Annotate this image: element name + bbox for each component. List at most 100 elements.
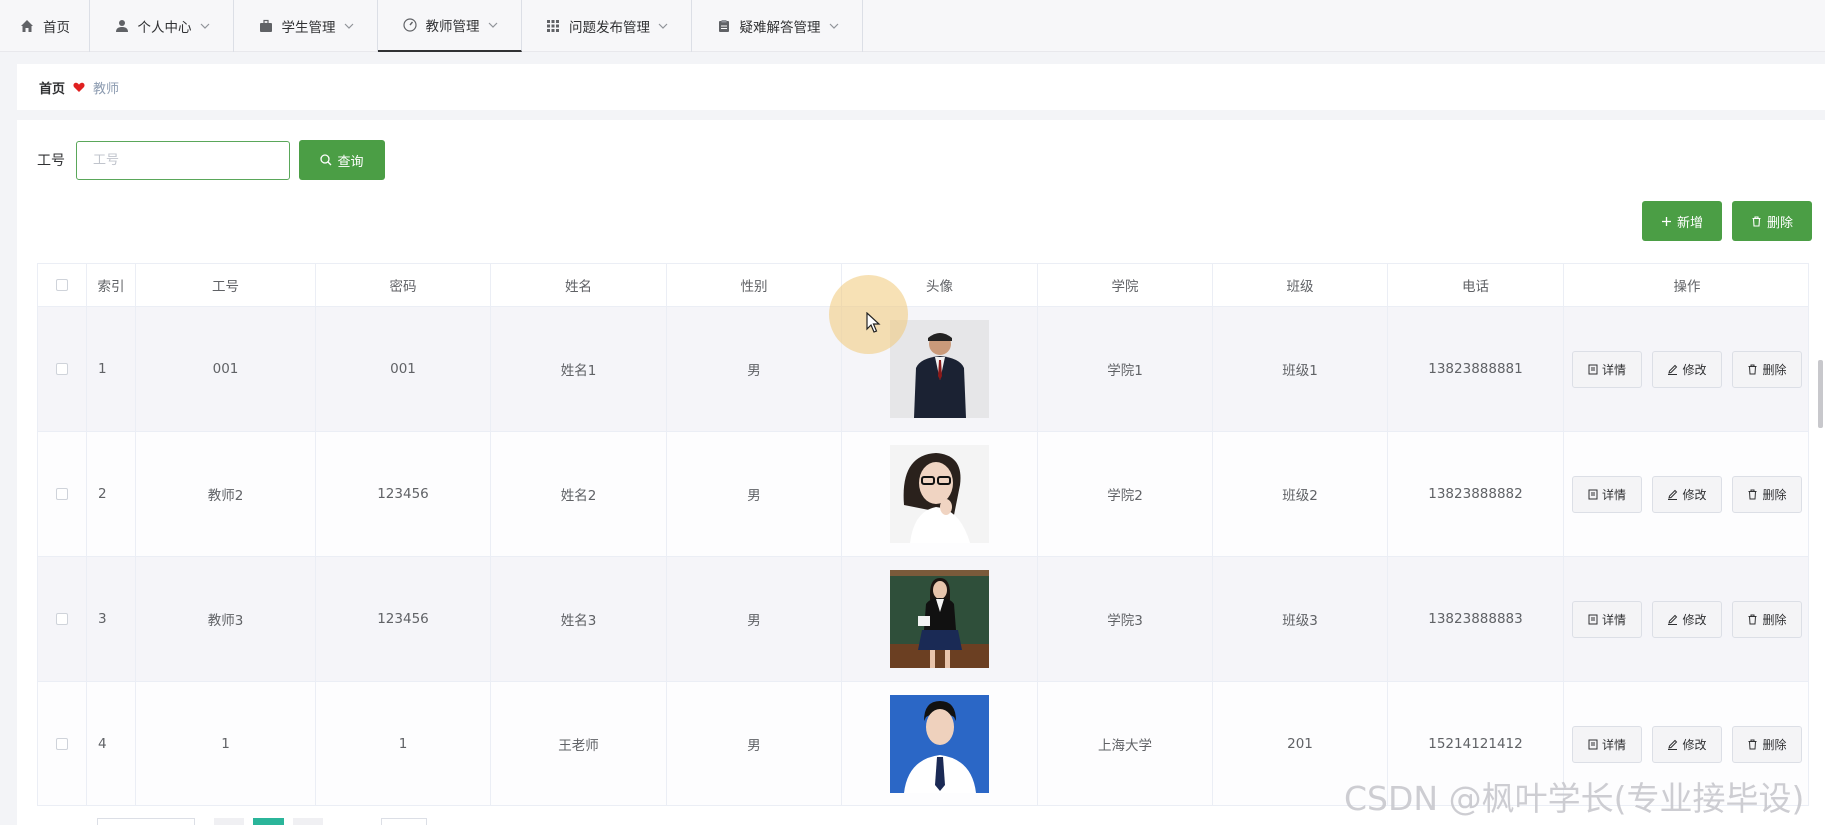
edit-button-label: 修改 [1682,612,1707,627]
breadcrumb-home[interactable]: 首页 [39,78,65,97]
cell-name: 姓名2 [491,432,667,556]
batch-delete-button-label: 删除 [1766,215,1793,231]
detail-button[interactable]: 详情 [1572,600,1642,638]
row-select[interactable] [38,432,87,556]
edit-button[interactable]: 修改 [1652,600,1722,638]
cell-password: 123456 [316,432,491,556]
batch-delete-button[interactable]: 删除 [1732,201,1812,241]
table-row: 3 教师3 123456 姓名3 男 学院3 班级3 13823888883 详… [38,557,1808,682]
home-icon [19,18,35,34]
table-row: 2 教师2 123456 姓名2 男 学院2 班级2 13823888882 详… [38,432,1808,557]
pager-jump-input[interactable] [381,818,427,825]
breadcrumb-current: 教师 [93,81,120,97]
delete-button-label: 删除 [1762,362,1787,377]
nav-item-question-publish[interactable]: 问题发布管理 [522,0,692,52]
edit-button[interactable]: 修改 [1652,475,1722,513]
document-icon [1588,489,1598,499]
avatar [890,570,989,668]
chevron-down-icon [658,21,668,31]
breadcrumb: 首页 教师 [17,64,1825,110]
row-checkbox[interactable] [56,613,68,625]
document-icon [1588,739,1598,749]
header-actions: 操作 [1673,279,1701,295]
page-size-select[interactable] [97,818,195,825]
cell-gender: 男 [667,432,842,556]
cell-password: 001 [316,307,491,431]
nav-item-qa-management[interactable]: 疑难解答管理 [692,0,863,52]
nav-label: 疑难解答管理 [739,20,821,36]
delete-button-label: 删除 [1762,487,1787,502]
edit-icon [1668,489,1678,500]
pager-current-page[interactable] [253,818,284,825]
heart-icon [73,82,85,93]
detail-button-label: 详情 [1601,612,1626,627]
add-button[interactable]: 新增 [1642,201,1722,241]
header-phone: 电话 [1388,264,1564,306]
chevron-down-icon [488,20,498,30]
detail-button[interactable]: 详情 [1572,475,1642,513]
row-select[interactable] [38,307,87,431]
nav-item-teacher-management[interactable]: 教师管理 [378,0,522,52]
cell-avatar [842,682,1038,805]
delete-button[interactable]: 删除 [1732,475,1802,513]
chevron-down-icon [344,21,354,31]
cell-index: 2 [87,432,136,556]
cell-actions: 详情 修改 删除 [1564,557,1808,681]
scrollbar-thumb[interactable] [1818,360,1823,428]
table-row: 1 001 001 姓名1 男 学院1 班级1 13823888881 详情 修… [38,307,1808,432]
header-select-all[interactable] [38,264,87,306]
delete-button[interactable]: 删除 [1732,600,1802,638]
pager-next[interactable] [293,818,323,825]
header-college: 学院 [1038,264,1213,306]
detail-button[interactable]: 详情 [1572,350,1642,388]
header-job-no: 工号 [136,264,316,306]
grid-icon [545,18,561,34]
teacher-table: 索引 工号 密码 姓名 性别 头像 学院 班级 电话 操作 1 001 001 … [37,263,1809,806]
cell-job-no: 教师3 [136,557,316,681]
nav-item-student-management[interactable]: 学生管理 [234,0,378,52]
trash-icon [1748,739,1757,749]
delete-button[interactable]: 删除 [1732,350,1802,388]
nav-item-home[interactable]: 首页 [0,0,90,52]
gauge-icon [402,17,418,33]
cell-phone: 13823888883 [1388,557,1564,681]
cell-password: 1 [316,682,491,805]
mouse-cursor-icon [866,312,881,333]
pager-prev[interactable] [214,818,244,825]
cell-college: 学院3 [1038,557,1213,681]
nav-label: 教师管理 [425,19,480,35]
edit-button[interactable]: 修改 [1652,350,1722,388]
avatar [890,320,989,418]
nav-label: 个人中心 [137,20,192,36]
top-nav: 首页 个人中心 学生管理 教师管理 问题发布管理 疑难解答管理 [0,0,1825,52]
cell-class: 班级2 [1213,432,1388,556]
cell-actions: 详情 修改 删除 [1564,432,1808,556]
edit-button-label: 修改 [1682,487,1707,502]
select-all-checkbox[interactable] [56,279,68,291]
document-icon [1588,614,1598,624]
detail-button[interactable]: 详情 [1572,725,1642,763]
row-select[interactable] [38,557,87,681]
delete-button[interactable]: 删除 [1732,725,1802,763]
plus-icon [1661,216,1672,227]
row-checkbox[interactable] [56,738,68,750]
cell-avatar [842,432,1038,556]
search-input[interactable] [76,141,290,180]
edit-button[interactable]: 修改 [1652,725,1722,763]
cell-college: 学院2 [1038,432,1213,556]
header-gender: 性别 [667,264,842,306]
header-name: 姓名 [491,264,667,306]
cell-class: 班级1 [1213,307,1388,431]
search-button[interactable]: 查询 [299,140,385,180]
row-select[interactable] [38,682,87,805]
row-checkbox[interactable] [56,363,68,375]
clipboard-icon [716,18,732,34]
row-checkbox[interactable] [56,488,68,500]
cell-name: 王老师 [491,682,667,805]
cell-avatar [842,557,1038,681]
nav-label: 学生管理 [281,20,336,36]
avatar [890,695,989,793]
nav-item-personal-center[interactable]: 个人中心 [90,0,234,52]
cell-job-no: 教师2 [136,432,316,556]
chevron-down-icon [200,21,210,31]
